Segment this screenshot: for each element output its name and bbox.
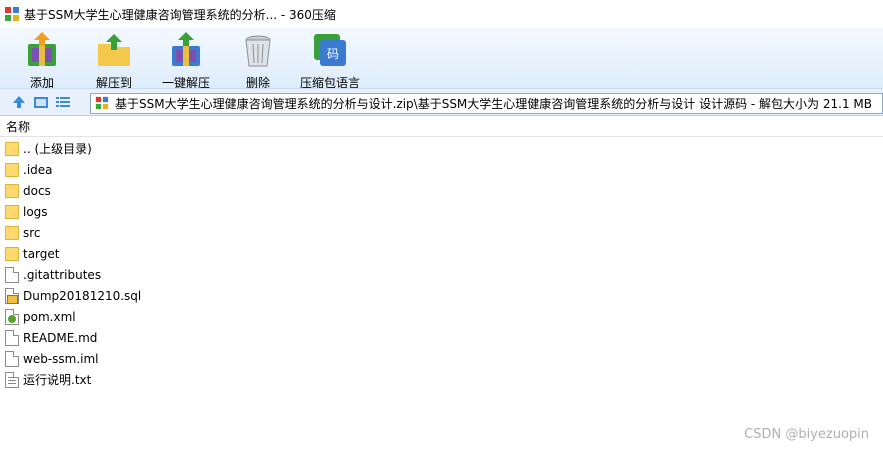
file-name: docs [23,183,51,198]
thumbnail-view-icon [34,97,48,108]
file-name: README.md [23,330,98,345]
extract-to-icon [94,30,134,70]
one-click-extract-icon [166,30,206,70]
list-item[interactable]: Dump20181210.sql [0,285,883,306]
toolbar: 添加 解压到 一键解压 删除 码 压缩包语言 [0,28,883,90]
xml-file-icon [5,308,19,325]
file-name: .idea [23,162,53,177]
svg-text:码: 码 [327,47,339,61]
file-name: 运行说明.txt [23,373,92,387]
delete-button[interactable]: 删除 [222,28,294,90]
document-icon [5,266,19,283]
address-bar: 基于SSM大学生心理健康咨询管理系统的分析与设计.zip\基于SSM大学生心理健… [0,88,883,116]
list-item[interactable]: .idea [0,159,883,180]
arrow-up-icon [13,96,25,108]
list-item[interactable]: pom.xml [0,306,883,327]
column-header-name[interactable]: 名称 [0,117,883,137]
document-icon [5,350,19,367]
folder-icon [5,226,19,240]
file-name: logs [23,204,48,219]
list-item[interactable]: target [0,243,883,264]
one-click-extract-button[interactable]: 一键解压 [150,28,222,90]
path-text: 基于SSM大学生心理健康咨询管理系统的分析与设计.zip\基于SSM大学生心理健… [115,97,872,111]
watermark: CSDN @biyezuopin [744,427,869,442]
archive-icon [95,96,109,112]
folder-icon [5,205,19,219]
list-view-button[interactable] [52,91,74,113]
window-title: 基于SSM大学生心理健康咨询管理系统的分析... - 360压缩 [24,7,336,22]
add-button[interactable]: 添加 [6,28,78,90]
text-file-icon [5,371,19,388]
sql-file-icon [5,287,19,304]
file-name: src [23,225,41,240]
archive-language-icon: 码 [310,30,350,70]
file-name: pom.xml [23,309,76,324]
folder-icon [5,163,19,177]
file-name: target [23,246,60,261]
app-logo-icon [4,6,20,22]
thumbnail-view-button[interactable] [30,91,52,113]
file-name: web-ssm.iml [23,351,99,366]
list-item[interactable]: web-ssm.iml [0,348,883,369]
up-level-button[interactable] [8,91,30,113]
list-item[interactable]: docs [0,180,883,201]
archive-language-button[interactable]: 码 压缩包语言 [294,28,366,90]
title-bar: 基于SSM大学生心理健康咨询管理系统的分析... - 360压缩 [0,0,883,28]
path-field[interactable]: 基于SSM大学生心理健康咨询管理系统的分析与设计.zip\基于SSM大学生心理健… [90,93,883,114]
list-item[interactable]: logs [0,201,883,222]
folder-icon [5,247,19,261]
file-name: Dump20181210.sql [23,288,142,303]
add-archive-icon [22,30,62,70]
list-item[interactable]: 运行说明.txt [0,369,883,390]
folder-icon [5,142,19,156]
folder-icon [5,184,19,198]
file-name: .. (上级目录) [23,142,92,156]
list-item-parent-dir[interactable]: .. (上级目录) [0,138,883,159]
file-name: .gitattributes [23,267,102,282]
list-item[interactable]: src [0,222,883,243]
column-name-label: 名称 [6,120,31,134]
file-list: .. (上级目录) .idea docs logs src target .gi… [0,138,883,390]
list-item[interactable]: README.md [0,327,883,348]
list-view-icon [56,97,70,107]
extract-to-button[interactable]: 解压到 [78,28,150,90]
list-item[interactable]: .gitattributes [0,264,883,285]
delete-icon [238,30,278,70]
document-icon [5,329,19,346]
